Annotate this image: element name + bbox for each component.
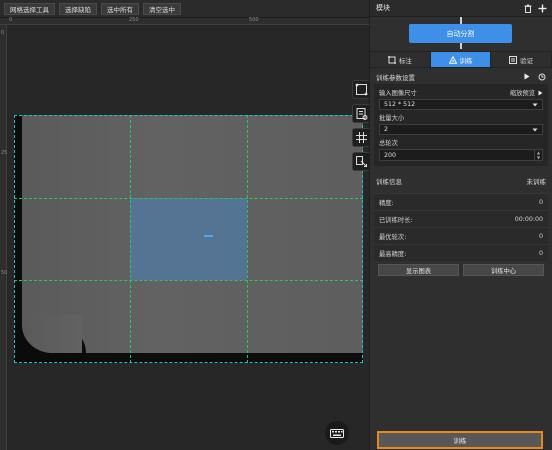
epochs-row: 总轮次	[379, 137, 543, 148]
info-label: 最高精度:	[379, 250, 407, 258]
play-icon	[538, 90, 543, 95]
train-params-box: 输入图像尺寸 缩放预览 512 * 512 批量大小 2 总轮次 200 ▲ ▼	[374, 84, 548, 166]
info-row-duration: 已训练时长: 00:00:00	[374, 210, 548, 227]
chevron-down-icon	[532, 103, 538, 106]
batch-size-select[interactable]: 2	[379, 124, 543, 135]
clear-selection-button[interactable]: 清空选中	[143, 2, 181, 15]
grid-select-tool-button[interactable]: 网格选择工具	[4, 2, 55, 15]
panel-tabs: 标注 训练 验证	[370, 51, 552, 68]
section-actions	[524, 73, 546, 81]
input-size-value: 512 * 512	[384, 101, 416, 108]
train-center-button[interactable]: 训练中心	[463, 264, 544, 276]
section-title: 训练信息	[376, 177, 402, 186]
ruler-label: 0	[1, 30, 5, 36]
train-info-header: 训练信息 未训练	[370, 172, 552, 189]
tab-annotate[interactable]: 标注	[370, 52, 431, 67]
tab-label: 训练	[459, 56, 473, 65]
select-all-button[interactable]: 选中所有	[101, 2, 139, 15]
canvas-toolbar: 网格选择工具 选择缺陷 选中所有 清空选中	[0, 0, 369, 18]
ruler-label: 250	[129, 17, 139, 23]
info-value: 0	[538, 249, 543, 257]
info-label: 最优轮次:	[379, 233, 407, 241]
batch-size-label: 批量大小	[379, 115, 405, 122]
input-size-label: 输入图像尺寸	[379, 90, 417, 97]
train-status: 未训练	[526, 177, 547, 186]
magic-select-icon	[356, 156, 367, 167]
train-info-list: 精度: 0 已训练时长: 00:00:00 最优轮次: 0 最高精度: 0	[370, 193, 552, 261]
info-label: 已训练时长:	[379, 216, 413, 224]
panel-title: 模块	[376, 4, 390, 12]
trash-icon[interactable]	[524, 4, 532, 13]
epochs-label: 总轮次	[379, 140, 398, 147]
batch-size-row: 批量大小	[379, 112, 543, 123]
annotate-icon	[387, 55, 396, 64]
section-title: 训练参数设置	[376, 73, 415, 82]
horizontal-ruler: 0 250 500	[0, 17, 369, 25]
chevron-down-icon	[532, 128, 538, 131]
polygon-icon	[355, 83, 368, 96]
grid-icon	[356, 132, 367, 143]
module-panel: 模块 自动分割 标注 训练 验证 训练参数设置 输入图像尺寸 缩放预览 512 …	[369, 0, 552, 450]
tab-label: 标注	[398, 56, 412, 65]
vertical-ruler: 0 250 500	[0, 25, 11, 450]
info-row-accuracy: 精度: 0	[374, 193, 548, 210]
train-params-header: 训练参数设置	[370, 69, 552, 84]
tab-validate[interactable]: 验证	[491, 52, 552, 67]
tab-label: 验证	[520, 56, 534, 65]
play-icon[interactable]	[524, 73, 530, 80]
info-value: 0	[538, 198, 543, 206]
decrement-icon[interactable]: ▼	[535, 155, 542, 160]
keyboard-button[interactable]	[325, 421, 349, 445]
ruler-label: 0	[9, 17, 13, 23]
module-flow: 自动分割	[370, 17, 552, 49]
panel-header: 模块	[370, 0, 552, 17]
auto-split-module-button[interactable]: 自动分割	[409, 24, 512, 43]
input-size-select[interactable]: 512 * 512	[379, 99, 543, 110]
info-value: 0	[538, 232, 543, 240]
epochs-value: 200	[384, 151, 397, 159]
image-canvas[interactable]	[7, 25, 371, 450]
stepper-arrows: ▲ ▼	[534, 150, 542, 160]
batch-size-value: 2	[384, 126, 389, 133]
preview-label: 缩放预览	[509, 90, 535, 97]
info-row-best-accuracy: 最高精度: 0	[374, 244, 548, 261]
add-icon[interactable]	[538, 4, 547, 13]
document-list-icon	[356, 108, 368, 120]
show-chart-button[interactable]: 显示图表	[378, 264, 459, 276]
panel-header-actions	[524, 4, 547, 13]
info-value: 00:00:00	[514, 215, 543, 223]
input-size-row: 输入图像尺寸 缩放预览	[379, 87, 543, 98]
info-label: 精度:	[379, 199, 394, 207]
train-icon	[448, 55, 457, 64]
preview-toggle[interactable]: 缩放预览	[510, 88, 543, 97]
keyboard-icon	[330, 428, 344, 438]
grid-outline	[14, 115, 363, 363]
app-root: 网格选择工具 选择缺陷 选中所有 清空选中 0 250 500 0 250 50…	[0, 0, 552, 450]
ruler-label: 500	[249, 17, 259, 23]
tab-train[interactable]: 训练	[430, 52, 492, 67]
info-row-best-epoch: 最优轮次: 0	[374, 227, 548, 244]
history-icon[interactable]	[538, 73, 546, 81]
select-defect-button[interactable]: 选择缺陷	[59, 2, 97, 15]
validate-icon	[509, 55, 518, 64]
epochs-stepper[interactable]: 200 ▲ ▼	[379, 149, 543, 161]
info-buttons: 显示图表 训练中心	[378, 264, 544, 276]
train-button[interactable]: 训练	[377, 431, 543, 449]
